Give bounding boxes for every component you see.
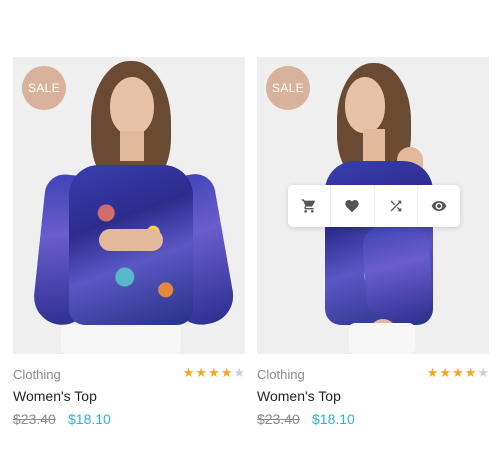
- star-icon: ★: [233, 365, 245, 380]
- star-icon: ★: [195, 365, 208, 380]
- product-card[interactable]: SALE Clothing ★ ★ ★ ★ ★ Women's Top $23.…: [257, 57, 489, 427]
- product-image[interactable]: SALE: [257, 57, 489, 354]
- product-category[interactable]: Clothing: [13, 367, 61, 382]
- add-to-cart-button[interactable]: [288, 185, 330, 227]
- model-pants: [349, 323, 415, 354]
- product-card[interactable]: SALE Clothing ★ ★ ★ ★ ★ Women's Top $23.…: [13, 57, 245, 427]
- price-sale: $18.10: [68, 411, 111, 427]
- star-icon: ★: [220, 365, 233, 380]
- cart-icon: [301, 199, 316, 213]
- compare-button[interactable]: [373, 185, 417, 227]
- model-neck: [120, 131, 144, 161]
- star-icon: ★: [426, 365, 439, 380]
- model-hands: [99, 229, 163, 251]
- quick-actions-bar: [288, 185, 460, 227]
- sale-badge: SALE: [266, 66, 310, 110]
- star-icon: ★: [464, 365, 477, 380]
- model-pants: [61, 325, 181, 354]
- model-face: [345, 77, 385, 133]
- star-icon: ★: [208, 365, 220, 380]
- product-name[interactable]: Women's Top: [13, 388, 97, 404]
- product-image[interactable]: SALE: [13, 57, 245, 354]
- rating-stars: ★ ★ ★ ★ ★: [183, 365, 245, 381]
- rating-stars: ★ ★ ★ ★ ★: [427, 365, 489, 381]
- eye-icon: [431, 201, 447, 211]
- product-category[interactable]: Clothing: [257, 367, 305, 382]
- model-neck: [363, 129, 385, 161]
- star-icon: ★: [452, 365, 464, 380]
- model-sleeve: [361, 222, 435, 328]
- quick-view-button[interactable]: [416, 185, 460, 227]
- product-grid: SALE Clothing ★ ★ ★ ★ ★ Women's Top $23.…: [13, 57, 489, 457]
- price-original: $23.40: [257, 411, 300, 427]
- model-face: [110, 77, 154, 135]
- heart-icon: [345, 200, 360, 213]
- star-icon: ★: [439, 365, 452, 380]
- wishlist-button[interactable]: [330, 185, 373, 227]
- price-sale: $18.10: [312, 411, 355, 427]
- sale-badge: SALE: [22, 66, 66, 110]
- product-name[interactable]: Women's Top: [257, 388, 341, 404]
- shuffle-icon: [390, 200, 401, 212]
- star-icon: ★: [182, 365, 195, 380]
- star-icon: ★: [477, 365, 489, 380]
- price-original: $23.40: [13, 411, 56, 427]
